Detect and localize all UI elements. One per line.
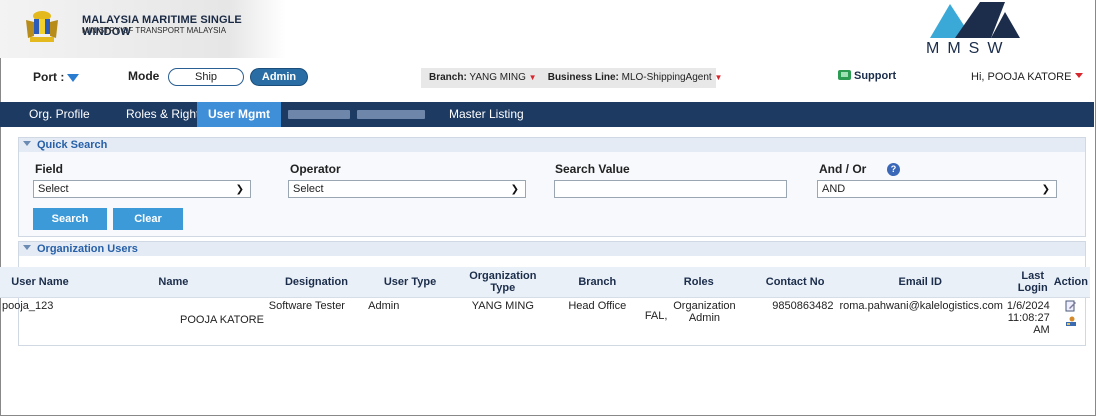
malaysia-coat-of-arms-icon bbox=[26, 11, 58, 42]
search-value-input[interactable] bbox=[554, 180, 787, 198]
search-value-label: Search Value bbox=[555, 162, 630, 176]
business-line-label: Business Line: bbox=[547, 72, 619, 83]
col-user-type[interactable]: User Type bbox=[366, 267, 454, 297]
collapse-icon bbox=[23, 141, 31, 146]
col-designation[interactable]: Designation bbox=[266, 267, 367, 297]
cell-name: POOJA KATORE bbox=[80, 296, 267, 340]
col-contact-no[interactable]: Contact No bbox=[754, 267, 836, 297]
organization-users-header[interactable]: Organization Users bbox=[19, 242, 1085, 256]
quick-search-title: Quick Search bbox=[37, 139, 108, 151]
operator-label: Operator bbox=[290, 162, 341, 176]
support-icon bbox=[838, 70, 851, 80]
user-greeting: Hi, POOJA KATORE bbox=[971, 71, 1072, 83]
field-select[interactable]: Select ❯ bbox=[33, 180, 251, 198]
field-select-value: Select bbox=[38, 183, 69, 195]
user-menu-caret-icon bbox=[1075, 73, 1084, 78]
cell-organization-type: YANG MING bbox=[453, 296, 552, 340]
business-line-value: MLO-ShippingAgent bbox=[621, 72, 712, 83]
collapse-icon bbox=[23, 245, 31, 250]
edit-icon[interactable] bbox=[1065, 300, 1077, 312]
table-row: pooja_123 POOJA KATORE Software Tester A… bbox=[0, 296, 1090, 340]
users-table: User Name Name Designation User Type Org… bbox=[0, 267, 1090, 340]
user-menu[interactable]: Hi, POOJA KATORE bbox=[971, 71, 1084, 83]
field-label: Field bbox=[35, 162, 64, 176]
branch-caret-icon[interactable]: ▼ bbox=[529, 73, 537, 82]
port-dropdown-caret-icon[interactable] bbox=[67, 74, 79, 82]
cell-last-login: 1/6/2024 11:08:27 AM bbox=[1004, 296, 1052, 340]
cell-user-type: Admin bbox=[366, 296, 454, 340]
col-branch[interactable]: Branch bbox=[551, 267, 643, 297]
andor-select[interactable]: AND ❯ bbox=[817, 180, 1057, 198]
nav-redacted-item[interactable] bbox=[288, 110, 350, 119]
branch-label: Branch: bbox=[429, 72, 467, 83]
cell-designation: Software Tester bbox=[266, 296, 367, 340]
andor-label: And / Or bbox=[819, 162, 867, 176]
nav-org-profile[interactable]: Org. Profile bbox=[18, 102, 101, 127]
brand-subtitle: MINISTRY OF TRANSPORT MALAYSIA bbox=[82, 26, 227, 35]
nav-redacted-item[interactable] bbox=[357, 110, 425, 119]
mode-ship-toggle[interactable]: Ship bbox=[168, 68, 244, 86]
col-name[interactable]: Name bbox=[80, 267, 267, 297]
chevron-down-icon: ❯ bbox=[235, 184, 244, 195]
col-email-id[interactable]: Email ID bbox=[835, 267, 1005, 297]
col-organization-type[interactable]: Organization Type bbox=[453, 267, 552, 297]
nav-master-listing[interactable]: Master Listing bbox=[438, 102, 535, 127]
user-map-icon[interactable] bbox=[1065, 315, 1077, 327]
quick-search-header[interactable]: Quick Search bbox=[19, 138, 1085, 152]
port-label: Port : bbox=[33, 70, 65, 84]
cell-name-text: POOJA KATORE bbox=[180, 313, 264, 326]
header: MALAYSIA MARITIME SINGLE WINDOW MINISTRY… bbox=[0, 0, 1094, 58]
operator-select-value: Select bbox=[293, 183, 324, 195]
roles-prefix: FAL, bbox=[644, 309, 668, 322]
mmsw-logo-text: MMSW bbox=[926, 40, 1011, 57]
cell-branch: Head Office bbox=[551, 296, 643, 340]
business-line-caret-icon[interactable]: ▼ bbox=[714, 73, 722, 82]
clear-button[interactable]: Clear bbox=[113, 208, 183, 230]
branch-business-line-selector[interactable]: Branch: YANG MING ▼ Business Line: MLO-S… bbox=[421, 68, 722, 88]
roles-value: Organization Admin bbox=[673, 299, 736, 324]
col-action: Action bbox=[1051, 267, 1090, 297]
col-user-name[interactable]: User Name bbox=[0, 267, 81, 297]
col-last-login[interactable]: Last Login bbox=[1004, 267, 1052, 297]
mode-admin-toggle[interactable]: Admin bbox=[250, 68, 308, 86]
support-label: Support bbox=[854, 70, 897, 82]
support-link[interactable]: Support bbox=[838, 70, 896, 82]
andor-select-value: AND bbox=[822, 183, 846, 195]
search-button[interactable]: Search bbox=[33, 208, 107, 230]
nav-user-mgmt[interactable]: User Mgmt bbox=[197, 102, 282, 127]
organization-users-title: Organization Users bbox=[37, 243, 138, 255]
cell-contact-no: 9850863482 bbox=[754, 296, 836, 340]
cell-user-name: pooja_123 bbox=[0, 296, 81, 340]
brand-area: MALAYSIA MARITIME SINGLE WINDOW MINISTRY… bbox=[0, 0, 286, 58]
help-icon[interactable]: ? bbox=[887, 163, 900, 176]
col-roles[interactable]: Roles bbox=[642, 267, 755, 297]
chevron-down-icon: ❯ bbox=[510, 184, 519, 195]
cell-action bbox=[1051, 296, 1090, 340]
operator-select[interactable]: Select ❯ bbox=[288, 180, 526, 198]
chevron-down-icon: ❯ bbox=[1041, 184, 1050, 195]
mode-label: Mode bbox=[128, 69, 160, 83]
table-header-row: User Name Name Designation User Type Org… bbox=[0, 267, 1090, 297]
main-navbar: Org. Profile Roles & Rights User Mgmt Ma… bbox=[0, 102, 1094, 127]
cell-roles: FAL, Organization Admin bbox=[642, 296, 755, 340]
control-bar: Port : Mode Ship Admin Branch: YANG MING… bbox=[0, 64, 1094, 92]
branch-value: YANG MING bbox=[469, 72, 526, 83]
quick-search-panel: Quick Search Field Select ❯ Operator Sel… bbox=[18, 137, 1086, 237]
col-last-login-label: Last Login bbox=[1017, 269, 1048, 294]
cell-email-id: roma.pahwani@kalelogistics.com bbox=[835, 296, 1005, 340]
